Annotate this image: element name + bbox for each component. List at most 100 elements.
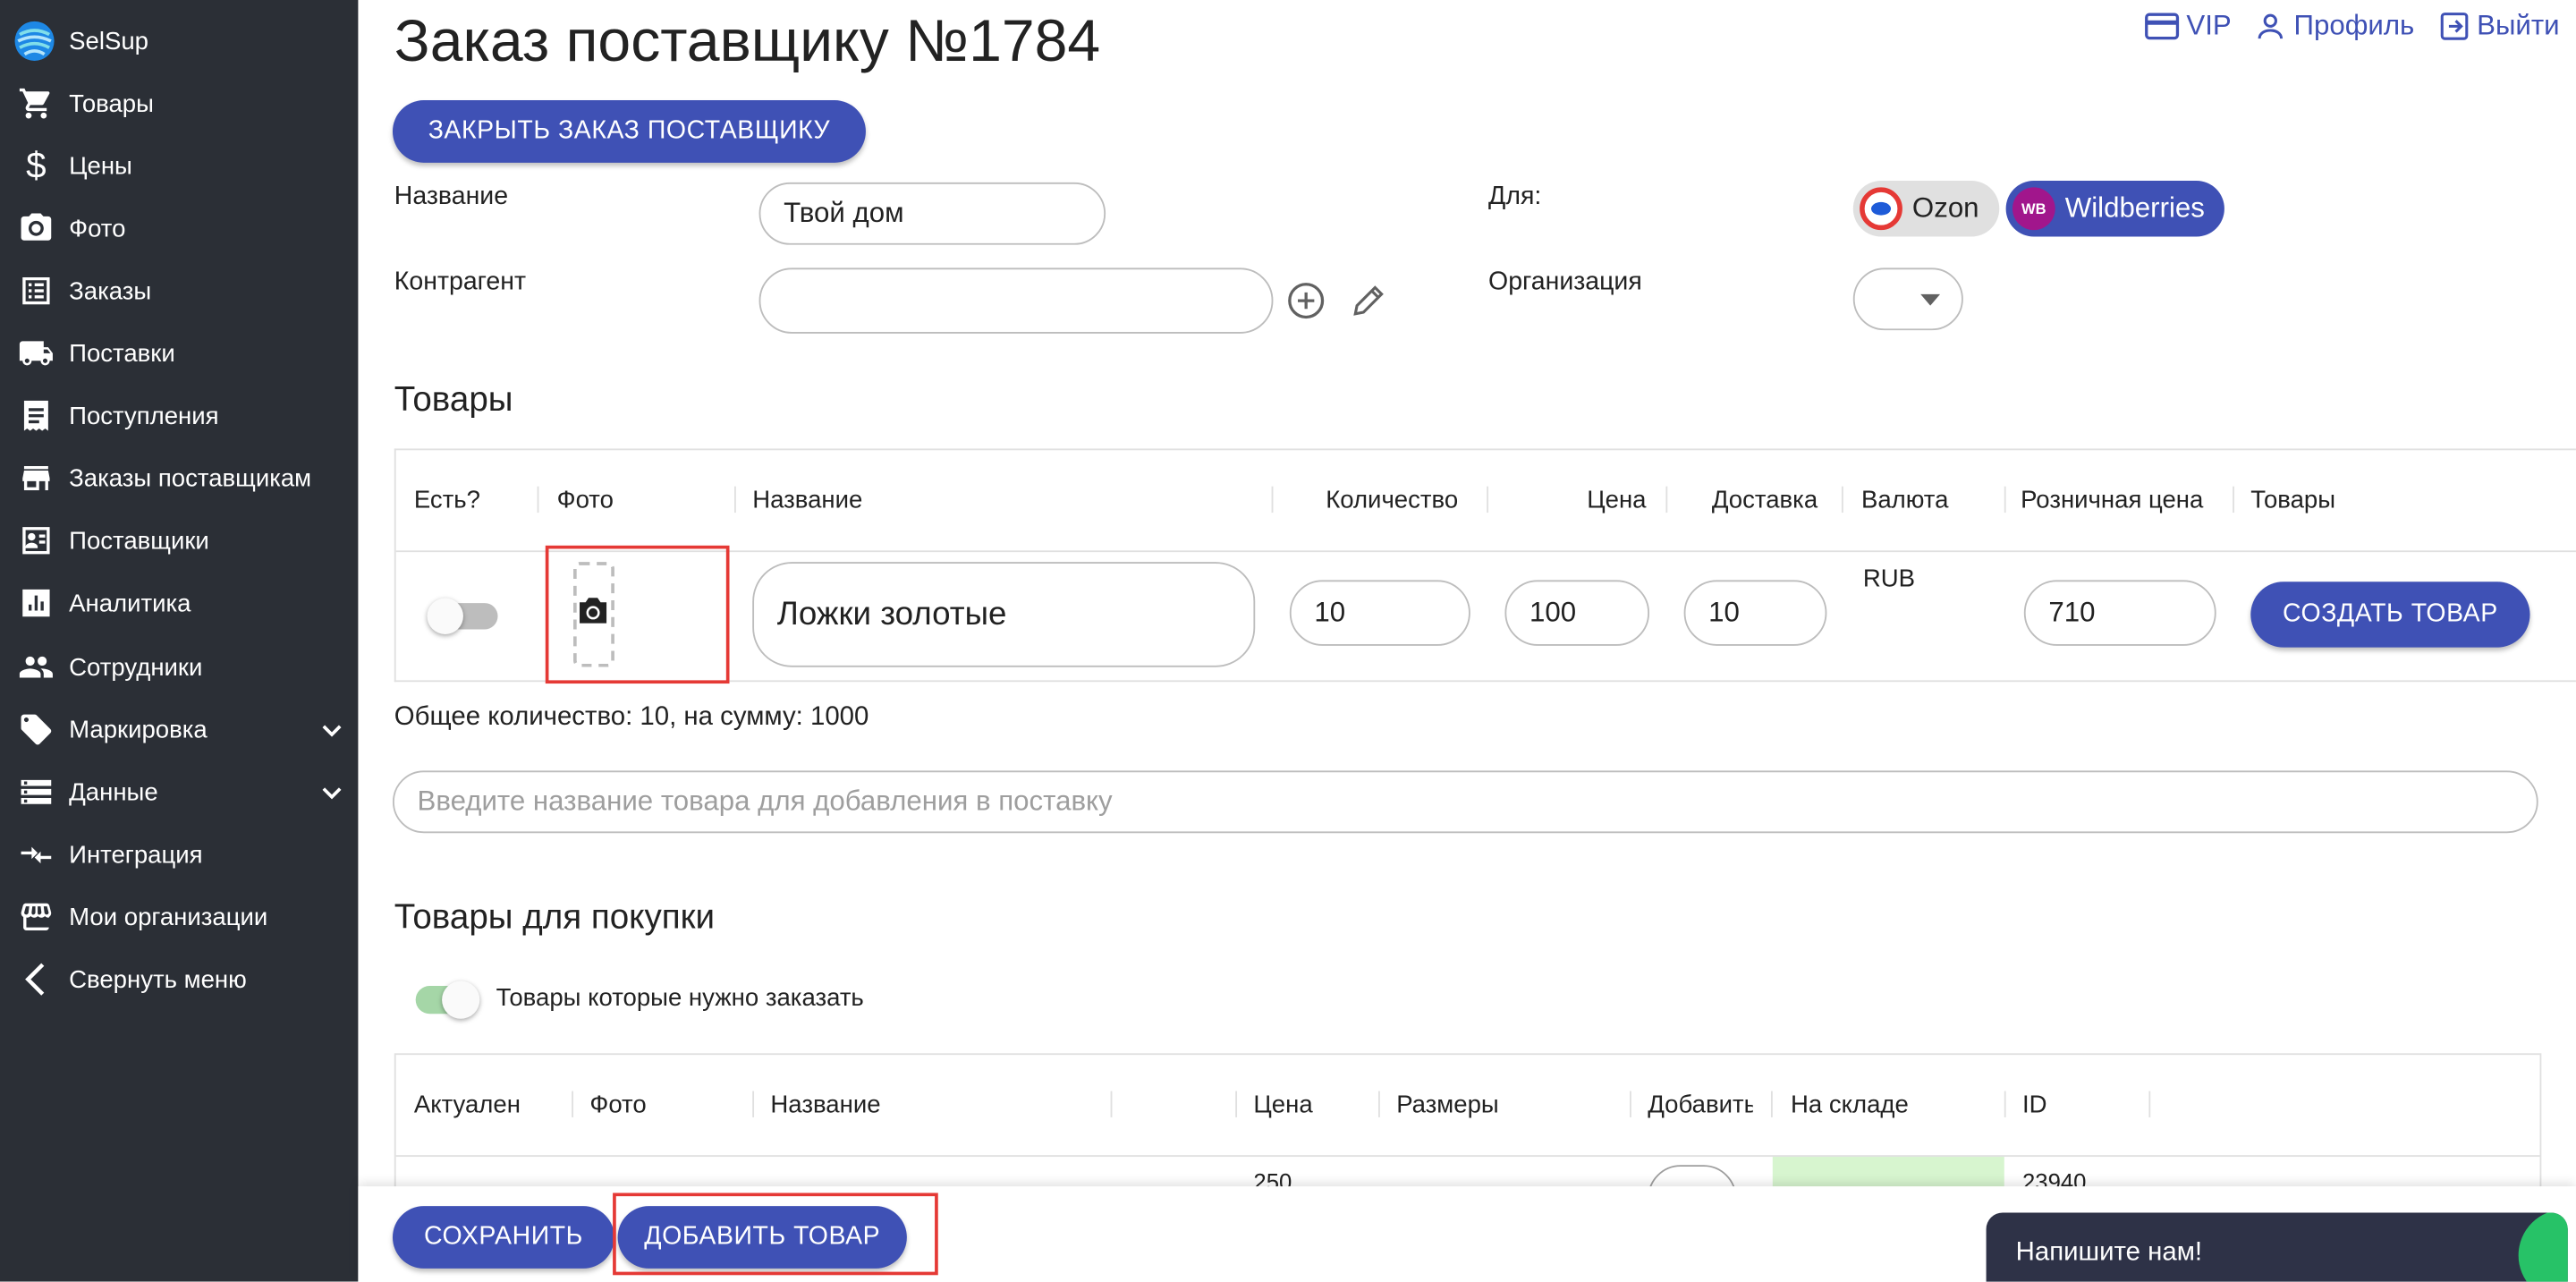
product-name-field[interactable]: Ложки золотые: [752, 562, 1256, 667]
chevron-down-icon: [322, 787, 342, 800]
column-divider: [1665, 486, 1668, 514]
truck-icon: [16, 334, 55, 373]
column-divider: [1487, 486, 1489, 514]
highlight-box-add-product: [613, 1193, 938, 1276]
price-field[interactable]: 100: [1504, 580, 1650, 646]
sidebar-item-analytics[interactable]: Аналитика: [0, 572, 358, 634]
sidebar-item-label: Поступления: [69, 402, 219, 430]
sidebar-item-employees[interactable]: Сотрудники: [0, 636, 358, 699]
chat-widget[interactable]: Напишите нам!: [1986, 1212, 2568, 1282]
sidebar-item-data[interactable]: Данные: [0, 760, 358, 823]
organization-select[interactable]: [1852, 267, 1963, 331]
sidebar-item-marking[interactable]: Маркировка: [0, 699, 358, 761]
name-field[interactable]: Твой дом: [758, 182, 1106, 245]
contact-card-icon: [16, 521, 55, 560]
ozon-chip[interactable]: Ozon: [1852, 181, 1999, 237]
col-header: Размеры: [1396, 1091, 1499, 1119]
chat-label: Напишите нам!: [2015, 1238, 2203, 1268]
top-links: VIP Профиль Выйти: [2144, 10, 2560, 43]
col-header: Фото: [556, 486, 614, 514]
col-header: Розничная цена: [2021, 486, 2204, 514]
sidebar-item-prices[interactable]: $ Цены: [0, 135, 358, 198]
contractor-label: Контрагент: [394, 267, 527, 296]
toggle-knob[interactable]: [442, 981, 480, 1019]
column-divider: [2004, 1091, 2006, 1117]
create-product-button[interactable]: СОЗДАТЬ ТОВАР: [2250, 582, 2530, 648]
column-divider: [572, 1091, 574, 1117]
sidebar-item-label: Товары: [69, 89, 154, 118]
col-header: Цена: [1587, 486, 1647, 514]
sidebar-item-label: Поставщики: [69, 526, 209, 555]
column-divider: [2233, 486, 2234, 514]
sidebar-item-integration[interactable]: Интеграция: [0, 823, 358, 886]
logout-icon: [2440, 13, 2468, 40]
column-divider: [734, 486, 736, 514]
row-divider: [395, 1155, 2540, 1158]
add-product-search-input[interactable]: Введите название товара для добавления в…: [392, 770, 2538, 834]
col-header: Название: [752, 486, 863, 514]
column-divider: [2148, 1091, 2151, 1117]
sidebar-item-label: Заказы: [69, 276, 152, 305]
wildberries-chip[interactable]: WB Wildberries: [2005, 181, 2224, 237]
sidebar-item-receipts[interactable]: Поступления: [0, 385, 358, 447]
sidebar-item-label: Цены: [69, 151, 132, 181]
selsup-logo-icon: [14, 21, 55, 61]
col-header: Цена: [1253, 1091, 1313, 1119]
column-divider: [537, 486, 539, 514]
storefront-icon: [16, 897, 55, 937]
col-header: Есть?: [413, 486, 481, 514]
brand-name: SelSup: [69, 27, 148, 55]
goods-section-title: Товары: [394, 381, 513, 420]
toggle-knob[interactable]: [427, 598, 463, 634]
sidebar-item-my-organizations[interactable]: Мои организации: [0, 886, 358, 948]
people-icon: [16, 648, 55, 687]
sidebar-item-orders[interactable]: Заказы: [0, 259, 358, 322]
sidebar-item-photo[interactable]: Фото: [0, 197, 358, 259]
chevron-left-icon: [16, 960, 55, 999]
profile-link[interactable]: Профиль: [2254, 10, 2414, 43]
ozon-label: Ozon: [1911, 191, 1979, 224]
sidebar-item-label: Данные: [69, 777, 158, 806]
quantity-field[interactable]: 10: [1289, 580, 1470, 646]
sidebar: SelSup Товары $ Цены Фото Заказы Поставк…: [0, 0, 359, 1282]
dropdown-arrow-icon: [1920, 293, 1941, 306]
logout-link[interactable]: Выйти: [2437, 10, 2560, 43]
sidebar-item-deliveries[interactable]: Поставки: [0, 322, 358, 385]
col-header: ID: [2021, 1091, 2047, 1119]
edit-pencil-icon[interactable]: [1349, 281, 1388, 320]
col-header: Количество: [1326, 486, 1459, 514]
organization-label: Организация: [1488, 267, 1642, 296]
sidebar-item-products[interactable]: Товары: [0, 72, 358, 135]
column-divider: [1377, 1091, 1380, 1117]
card-icon: [2144, 13, 2179, 40]
for-label: Для:: [1488, 182, 1542, 211]
receipt-icon: [16, 396, 55, 436]
sidebar-item-suppliers[interactable]: Поставщики: [0, 509, 358, 572]
close-order-button[interactable]: ЗАКРЫТЬ ЗАКАЗ ПОСТАВЩИКУ: [392, 100, 866, 163]
col-header: Название: [770, 1091, 881, 1119]
main-content: Заказ поставщику №1784 VIP Профиль Выйти…: [358, 0, 2576, 1282]
sidebar-item-label: Фото: [69, 214, 126, 242]
person-icon: [2258, 13, 2284, 39]
vip-link[interactable]: VIP: [2144, 10, 2232, 43]
add-contractor-icon[interactable]: [1286, 281, 1326, 320]
col-header: Фото: [589, 1091, 647, 1119]
highlight-box-photo: [545, 545, 730, 684]
store-icon: [16, 458, 55, 497]
delivery-field[interactable]: 10: [1683, 580, 1827, 646]
save-button[interactable]: СОХРАНИТЬ: [392, 1206, 614, 1269]
wb-logo-icon: WB: [2012, 187, 2055, 231]
contractor-field[interactable]: [758, 267, 1274, 334]
column-divider: [1841, 486, 1843, 514]
brand[interactable]: SelSup: [13, 20, 148, 63]
sidebar-item-collapse-menu[interactable]: Свернуть меню: [0, 948, 358, 1011]
ozon-logo-icon: [1860, 187, 1902, 231]
col-header: Актуален: [413, 1091, 521, 1119]
retail-price-field[interactable]: 710: [2023, 580, 2216, 646]
col-header: Валюта: [1860, 486, 1949, 514]
sidebar-item-supplier-orders[interactable]: Заказы поставщикам: [0, 447, 358, 510]
col-header: Добавить: [1648, 1091, 1753, 1119]
column-divider: [2004, 486, 2006, 514]
sidebar-item-label: Сотрудники: [69, 653, 203, 682]
chevron-down-icon: [322, 725, 342, 737]
